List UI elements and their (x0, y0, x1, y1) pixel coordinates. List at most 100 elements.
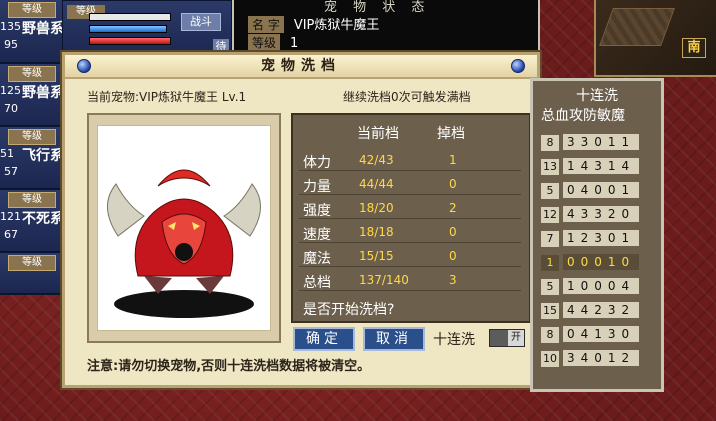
stat-row-agi: 速度 18/18 0 (299, 223, 521, 243)
pet-sub: 57 (4, 165, 18, 178)
pet-list-item[interactable]: 等级 51 飞行系 57 (0, 127, 64, 190)
stat-label: 强度 (303, 203, 331, 219)
ten-row-total: 10 (541, 351, 559, 367)
ten-row-values: 00010 (563, 254, 639, 270)
pet-portrait-frame (87, 113, 281, 343)
stat-drop: 3 (449, 273, 457, 287)
stat-current: 44/44 (359, 177, 394, 191)
level-tag: 等级 (8, 255, 56, 271)
level-tag: 等级 (8, 66, 56, 82)
ten-row: 10 34012 (541, 347, 639, 367)
mp-bar (89, 25, 167, 33)
stat-drop: 0 (449, 225, 457, 239)
minimize-orb-icon[interactable] (511, 59, 525, 73)
pet-type: 野兽系 (22, 21, 64, 37)
pet-sub: 67 (4, 228, 18, 241)
ten-row: 8 04130 (541, 323, 639, 343)
hp-bar (89, 13, 171, 21)
pet-type: 飞行系 (22, 148, 64, 164)
stat-row-mp: 魔法 15/15 0 (299, 247, 521, 267)
ten-row-values: 43320 (563, 206, 639, 222)
ten-row: 13 14314 (541, 155, 639, 175)
ten-panel-title: 十连洗 (576, 88, 618, 104)
dialog-title: 宠物洗档 (65, 55, 537, 79)
pet-list: 等级 135 野兽系 95 等级 125 野兽系 70 等级 51 飞行系 57… (0, 0, 64, 295)
ten-row-values: 12301 (563, 230, 639, 246)
ten-reroll-toggle[interactable]: 开 (489, 329, 525, 347)
stat-drop: 0 (449, 249, 457, 263)
name-label: 名 字 (248, 16, 284, 33)
ten-row-total: 8 (541, 327, 559, 343)
ten-row-total: 5 (541, 183, 559, 199)
stat-label: 魔法 (303, 251, 331, 267)
toggle-knob: 开 (508, 330, 524, 346)
stats-panel: 当前档 掉档 体力 42/43 1 力量 44/44 0 强度 18/20 2 … (291, 113, 531, 323)
minimap[interactable]: 南 (594, 0, 716, 77)
direction-south-label: 南 (682, 38, 706, 58)
stat-row-hp: 体力 42/43 1 (299, 151, 521, 171)
pet-level-value: 1 (290, 36, 299, 51)
pet-name-row: 名 字 VIP炼狱牛魔王 (248, 14, 379, 33)
level-tag: 等级 (8, 192, 56, 208)
exp-bar (89, 37, 171, 45)
pet-level: 135 (0, 20, 21, 33)
ten-row: 12 43320 (541, 203, 639, 223)
reroll-tip: 继续洗档0次可触发满档 (343, 90, 471, 104)
ten-row-values: 34012 (563, 350, 639, 366)
ten-row-values: 33011 (563, 134, 639, 150)
stat-current: 137/140 (359, 273, 409, 287)
pet-level: 121 (0, 210, 21, 223)
ten-panel-header: 总血攻防敏魔 (541, 108, 625, 124)
level-tag: 等级 (8, 129, 56, 145)
map-tile (599, 8, 675, 46)
ten-row-total: 8 (541, 135, 559, 151)
ten-row-values: 04001 (563, 182, 639, 198)
ten-reroll-label: 十连洗 (433, 332, 475, 348)
pet-sub: 70 (4, 102, 18, 115)
ten-row-values: 10004 (563, 278, 639, 294)
pet-type: 不死系 (22, 211, 64, 227)
fight-button[interactable]: 战斗 (181, 13, 221, 31)
pet-name: VIP炼狱牛魔王 (293, 18, 380, 33)
pet-status-window: 宠 物 状 态 名 字 VIP炼狱牛魔王 等级 1 (232, 0, 540, 58)
confirm-button[interactable]: 确定 (293, 327, 355, 351)
pet-portrait (97, 125, 271, 331)
cancel-button[interactable]: 取消 (363, 327, 425, 351)
stat-label: 总档 (303, 275, 331, 291)
stat-row-str: 力量 44/44 0 (299, 175, 521, 195)
ten-row: 7 12301 (541, 227, 639, 247)
pet-list-item[interactable]: 等级 121 不死系 67 (0, 190, 64, 253)
stat-current: 42/43 (359, 153, 394, 167)
ten-row-values: 04130 (563, 326, 639, 342)
stat-row-def: 强度 18/20 2 (299, 199, 521, 219)
ten-row-total: 12 (541, 207, 559, 223)
current-pet-label: 当前宠物:VIP炼狱牛魔王 Lv.1 (87, 90, 247, 104)
stats-header-drop: 掉档 (437, 126, 465, 142)
close-orb-icon[interactable] (77, 59, 91, 73)
pet-list-item[interactable]: 等级 125 野兽系 70 (0, 64, 64, 127)
stat-current: 18/18 (359, 225, 394, 239)
ten-reroll-panel: 十连洗 总血攻防敏魔 8 33011 13 14314 5 04001 12 43320… (530, 78, 664, 392)
stat-label: 体力 (303, 155, 331, 171)
ten-row: 5 10004 (541, 275, 639, 295)
level-tag: 等级 (8, 2, 56, 18)
ten-row-total: 13 (541, 159, 559, 175)
stats-header-current: 当前档 (357, 126, 399, 142)
active-pet-status-bar: 等级 战斗 待 (62, 0, 232, 60)
ten-row-values: 14314 (563, 158, 639, 174)
stat-label: 力量 (303, 179, 331, 195)
stat-current: 15/15 (359, 249, 394, 263)
warning-notice: 注意:请勿切换宠物,否则十连洗档数据将被清空。 (87, 359, 371, 374)
pet-sub: 95 (4, 38, 18, 51)
level-label: 等级 (248, 34, 281, 51)
pet-level: 51 (0, 147, 14, 160)
stat-drop: 0 (449, 177, 457, 191)
pet-level-row: 等级 1 (248, 34, 298, 51)
pet-list-item[interactable]: 等级 (0, 253, 64, 295)
ten-row: 5 04001 (541, 179, 639, 199)
stat-drop: 2 (449, 201, 457, 215)
pet-level: 125 (0, 84, 21, 97)
ten-row: 15 44232 (541, 299, 639, 319)
ten-row-values: 44232 (563, 302, 639, 318)
pet-list-item[interactable]: 等级 135 野兽系 95 (0, 0, 64, 64)
